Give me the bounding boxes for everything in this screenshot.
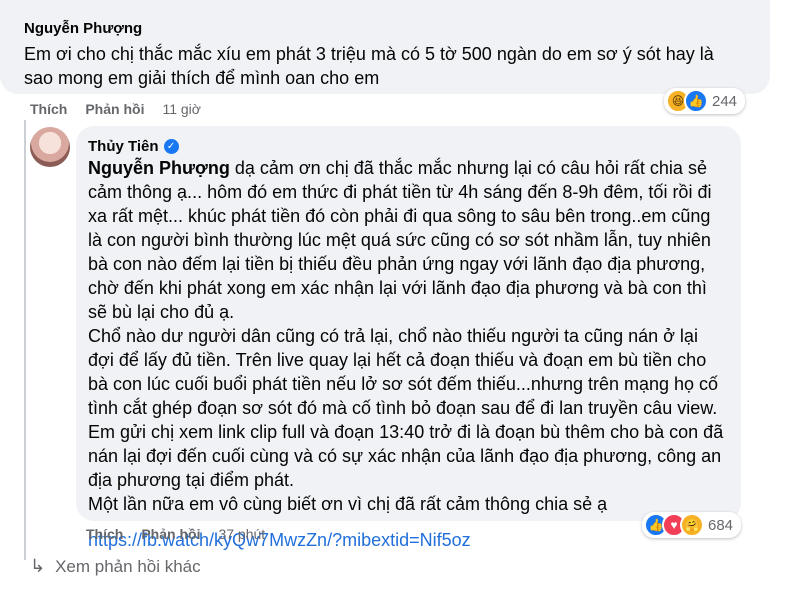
reaction-count: 684 — [708, 516, 734, 534]
mention-link[interactable]: Nguyễn Phượng — [88, 158, 230, 178]
comment-timestamp[interactable]: 11 giờ — [162, 101, 201, 117]
view-more-label: Xem phản hồi khác — [55, 556, 201, 576]
reply-author[interactable]: Thủy Tiên — [88, 138, 159, 155]
reply-paragraph: Nguyễn Phượng dạ cảm ơn chị đã thắc mắc … — [88, 156, 728, 324]
comment-actions: Thích Phản hồi 11 giờ — [30, 101, 201, 117]
comment-bubble: Nguyễn Phượng Em ơi cho chị thắc mắc xíu… — [0, 0, 770, 94]
reply-timestamp[interactable]: 37 phút — [218, 526, 265, 542]
reaction-count: 244 — [712, 92, 738, 110]
verified-badge-icon: ✓ — [163, 139, 179, 154]
thread-line — [24, 120, 26, 560]
reply-button[interactable]: Phản hồi — [85, 101, 144, 117]
care-icon: 🤗 — [680, 513, 704, 537]
like-button[interactable]: Thích — [86, 526, 123, 542]
reply-paragraph: Chổ nào dư người dân cũng có trả lại, ch… — [88, 326, 719, 418]
reply-paragraph-text: dạ cảm ơn chị đã thắc mắc nhưng lại có c… — [88, 158, 712, 322]
avatar[interactable] — [30, 127, 70, 167]
reaction-summary[interactable]: 😆 👍 244 — [664, 88, 746, 114]
reaction-summary[interactable]: 👍 ♥ 🤗 684 — [642, 512, 742, 538]
like-icon: 👍 — [684, 89, 708, 113]
like-button[interactable]: Thích — [30, 101, 67, 117]
comment-author[interactable]: Nguyễn Phượng — [24, 20, 142, 37]
reply-actions: Thích Phản hồi 37 phút — [86, 526, 265, 542]
reply-paragraph: Em gửi chị xem link clip full và đoạn 13… — [88, 422, 724, 490]
reply-author-row: Thủy Tiên ✓ — [88, 138, 179, 155]
view-more-replies[interactable]: ↳ Xem phản hồi khác — [30, 556, 201, 577]
reply-arrow-icon: ↳ — [30, 556, 46, 576]
comment-text: Em ơi cho chị thắc mắc xíu em phát 3 tri… — [24, 44, 714, 88]
reply-button[interactable]: Phản hồi — [141, 526, 200, 542]
reply-text: Nguyễn Phượng dạ cảm ơn chị đã thắc mắc … — [88, 156, 728, 552]
reply-paragraph: Một lần nữa em vô cùng biết ơn vì chị đã… — [88, 494, 608, 514]
